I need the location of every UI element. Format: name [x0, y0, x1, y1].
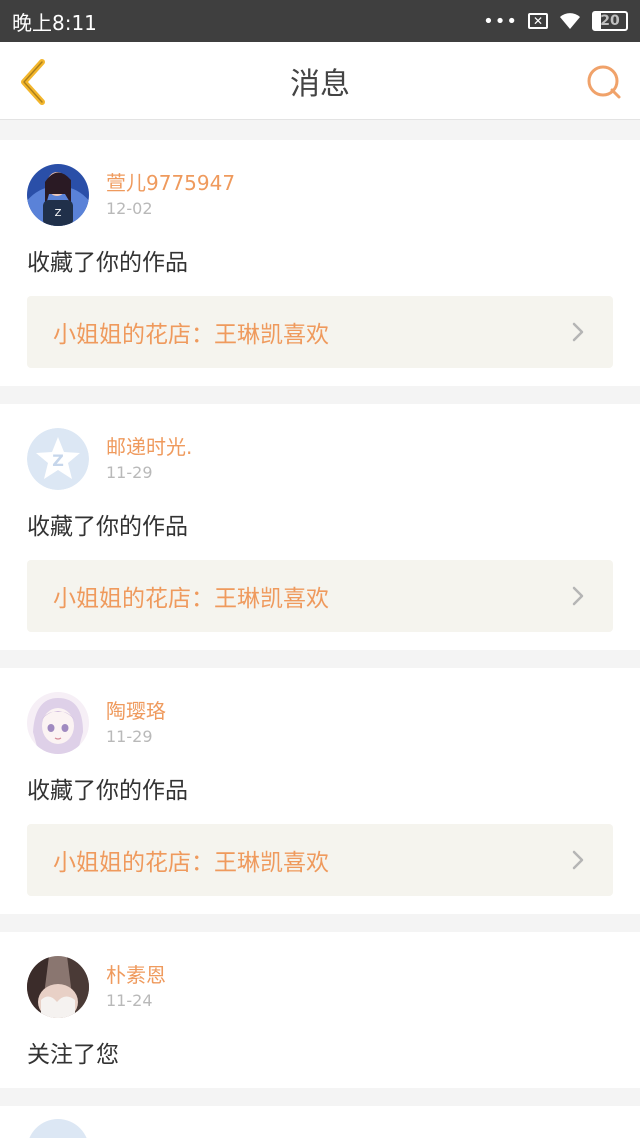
message-header: Z 萱儿9775947 12-02	[27, 164, 613, 226]
work-title: 小姐姐的花店：王琳凯喜欢	[53, 586, 329, 612]
message-feed: Z 萱儿9775947 12-02 收藏了你的作品 小姐姐的花店：王琳凯喜欢 Z…	[0, 120, 640, 1138]
message-card: 朴素恩 11-24 关注了您	[0, 932, 640, 1088]
avatar[interactable]	[27, 1106, 89, 1138]
wifi-icon	[560, 13, 580, 29]
no-sim-icon: ✕	[528, 13, 548, 29]
work-link[interactable]: 小姐姐的花店：王琳凯喜欢	[27, 296, 613, 368]
work-link[interactable]: 小姐姐的花店：王琳凯喜欢	[27, 824, 613, 896]
username[interactable]: 萱儿9775947	[106, 170, 235, 196]
message-action: 收藏了你的作品	[27, 514, 188, 540]
username[interactable]: 陶璎珞	[106, 698, 166, 724]
message-date: 11-29	[106, 727, 153, 746]
message-header: 陶璎珞 11-29	[27, 692, 613, 754]
svg-text:Z: Z	[52, 451, 64, 470]
avatar[interactable]: Z	[27, 164, 89, 226]
chevron-right-icon	[572, 850, 584, 870]
message-meta: 邮递时光. 11-29	[106, 434, 192, 484]
message-card: 陶璎珞 11-29 收藏了你的作品 小姐姐的花店：王琳凯喜欢	[0, 668, 640, 914]
chevron-right-icon	[572, 322, 584, 342]
message-meta: 朴素恩 11-24	[106, 962, 166, 1012]
work-title: 小姐姐的花店：王琳凯喜欢	[53, 322, 329, 348]
chevron-right-icon	[572, 586, 584, 606]
status-time: 晚上8:11	[12, 10, 97, 35]
avatar[interactable]	[27, 692, 89, 754]
message-card	[0, 1106, 640, 1138]
more-dots-icon: •••	[483, 10, 518, 32]
work-title: 小姐姐的花店：王琳凯喜欢	[53, 850, 329, 876]
message-card: Z 邮递时光. 11-29 收藏了你的作品 小姐姐的花店：王琳凯喜欢	[0, 404, 640, 650]
page-title: 消息	[290, 66, 350, 102]
username[interactable]: 邮递时光.	[106, 434, 192, 460]
message-date: 11-24	[106, 991, 153, 1010]
message-header: Z 邮递时光. 11-29	[27, 428, 613, 490]
nav-bar: 消息	[0, 42, 640, 120]
username[interactable]: 朴素恩	[106, 962, 166, 988]
message-card: Z 萱儿9775947 12-02 收藏了你的作品 小姐姐的花店：王琳凯喜欢	[0, 140, 640, 386]
avatar[interactable]: Z	[27, 428, 89, 490]
status-bar: 晚上8:11 ••• ✕ 20	[0, 0, 640, 42]
message-meta: 陶璎珞 11-29	[106, 698, 166, 748]
message-action: 关注了您	[27, 1042, 119, 1068]
battery-level: 20	[600, 13, 620, 29]
chevron-left-icon[interactable]	[16, 58, 52, 106]
message-action: 收藏了你的作品	[27, 778, 188, 804]
search-icon[interactable]	[584, 62, 624, 102]
message-date: 11-29	[106, 463, 153, 482]
message-header: 朴素恩 11-24	[27, 956, 613, 1018]
svg-text:Z: Z	[55, 208, 62, 219]
battery-icon: 20	[592, 11, 628, 31]
status-icons: ••• ✕ 20	[483, 11, 628, 32]
avatar[interactable]	[27, 956, 89, 1018]
work-link[interactable]: 小姐姐的花店：王琳凯喜欢	[27, 560, 613, 632]
message-meta: 萱儿9775947 12-02	[106, 170, 235, 220]
message-action: 收藏了你的作品	[27, 250, 188, 276]
message-date: 12-02	[106, 199, 153, 218]
